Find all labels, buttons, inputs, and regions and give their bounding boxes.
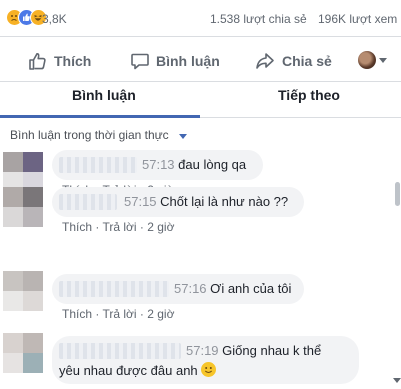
scroll-down-arrow-icon[interactable]	[393, 378, 401, 383]
comment-text: Ơi anh của tôi	[210, 281, 292, 296]
share-arrow-icon	[256, 53, 274, 69]
commenter-name[interactable]	[59, 194, 117, 210]
chevron-down-icon[interactable]	[379, 58, 387, 63]
comment-like-link[interactable]: Thích	[62, 220, 92, 234]
active-tab-indicator	[0, 115, 200, 118]
comment-reply-link[interactable]: Trả lời	[102, 307, 136, 321]
comment-timestamp[interactable]: 57:16	[174, 281, 207, 296]
share-button-label: Chia sẻ	[282, 53, 332, 69]
avatar[interactable]	[3, 152, 43, 192]
avatar[interactable]	[358, 51, 376, 69]
comment-text: Giống nhau k thể	[222, 343, 322, 358]
comment-like-link[interactable]: Thích	[62, 307, 92, 321]
comment-bubble: 57:19 Giống nhau k thể yêu nhau được đâu…	[52, 336, 359, 384]
tab-next[interactable]: Tiếp theo	[278, 87, 340, 103]
comment-icon	[131, 53, 149, 70]
comment-timestamp[interactable]: 57:19	[186, 343, 219, 358]
comment-timestamp[interactable]: 57:13	[142, 157, 175, 172]
post-actions: Thích Bình luận Chia sẻ	[0, 37, 401, 81]
comment-text-line2: yêu nhau được đâu anh	[59, 363, 198, 378]
avatar[interactable]	[3, 333, 43, 373]
smiley-emoji-icon	[201, 362, 217, 377]
comment-age[interactable]: 2 giờ	[147, 220, 174, 234]
commenter-name[interactable]	[59, 157, 137, 173]
comment-timestamp[interactable]: 57:15	[124, 194, 157, 209]
thumbs-up-icon	[29, 52, 46, 70]
comment-text: đau lòng qa	[178, 157, 247, 172]
comment-reply-link[interactable]: Trả lời	[102, 220, 136, 234]
reaction-count[interactable]: 3,8K	[42, 12, 67, 26]
like-button-label: Thích	[54, 53, 92, 69]
scrollbar-thumb[interactable]	[395, 182, 400, 206]
comment-filter-dropdown[interactable]: Bình luận trong thời gian thực	[10, 128, 169, 142]
comment-bubble: 57:13 đau lòng qa	[52, 150, 263, 180]
share-count[interactable]: 1.538 lượt chia sẻ	[210, 12, 307, 26]
view-count: 196K lượt xem	[318, 12, 398, 26]
chevron-down-icon[interactable]	[179, 134, 187, 139]
comment-age[interactable]: 2 giờ	[147, 307, 174, 321]
post-stats-bar: 3,8K 1.538 lượt chia sẻ 196K lượt xem	[0, 0, 401, 36]
comment-button-label: Bình luận	[156, 53, 220, 69]
comment-bubble: 57:16 Ơi anh của tôi	[52, 274, 304, 304]
tab-comments[interactable]: Bình luận	[72, 87, 136, 103]
comment-tabs: Bình luận Tiếp theo	[0, 82, 401, 118]
avatar[interactable]	[3, 271, 43, 311]
comment-bubble: 57:15 Chốt lại là như nào ??	[52, 187, 304, 217]
commenter-name[interactable]	[59, 281, 169, 297]
comment-text: Chốt lại là như nào ??	[160, 194, 289, 209]
avatar[interactable]	[3, 187, 43, 227]
commenter-name[interactable]	[59, 343, 181, 359]
